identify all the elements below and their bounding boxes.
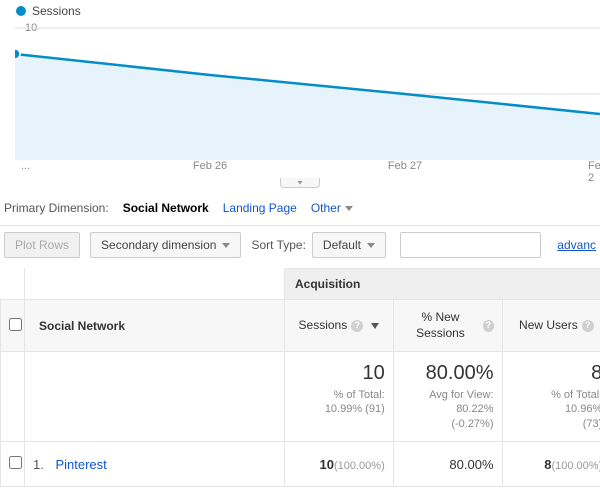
table-column-header-row: Social Network Sessions? % New Sessions?… bbox=[1, 300, 600, 352]
help-icon[interactable]: ? bbox=[582, 320, 594, 332]
legend-dot-icon bbox=[16, 6, 26, 16]
primary-dimension-active[interactable]: Social Network bbox=[123, 201, 209, 215]
summary-pct-new-sessions: 80.00% Avg for View:80.22%(-0.27%) bbox=[393, 352, 502, 442]
table-summary-row: 10 % of Total:10.99% (91) 80.00% Avg for… bbox=[1, 352, 600, 442]
x-tick-2: Feb 27 bbox=[388, 160, 422, 172]
x-axis-labels: ... Feb 26 Feb 27 Feb 2 bbox=[15, 160, 600, 178]
primary-dimension-landing-page[interactable]: Landing Page bbox=[223, 201, 297, 215]
row-dimension-link[interactable]: Pinterest bbox=[55, 457, 106, 472]
table-controls: Plot Rows Secondary dimension Sort Type:… bbox=[0, 225, 600, 268]
x-tick-3: Feb 2 bbox=[588, 160, 600, 184]
summary-new-users: 8 % of Total:10.96%(73) bbox=[502, 352, 600, 442]
summary-sessions: 10 % of Total:10.99% (91) bbox=[285, 352, 394, 442]
primary-dimension-row: Primary Dimension: Social Network Landin… bbox=[4, 201, 600, 215]
report-table: Acquisition Behavior Social Network Sess… bbox=[0, 268, 600, 487]
chart-plot bbox=[15, 22, 600, 160]
legend-label: Sessions bbox=[32, 4, 81, 18]
x-tick-0: ... bbox=[21, 160, 30, 172]
sort-desc-icon bbox=[371, 323, 379, 329]
row-sessions: 10(100.00%) bbox=[285, 442, 394, 487]
select-all-checkbox[interactable] bbox=[9, 318, 22, 331]
column-header-sessions[interactable]: Sessions? bbox=[285, 300, 394, 352]
group-header-acquisition: Acquisition bbox=[285, 269, 600, 300]
primary-dimension-label: Primary Dimension: bbox=[4, 201, 109, 215]
chevron-down-icon bbox=[345, 206, 353, 211]
search-input[interactable] bbox=[401, 233, 541, 257]
primary-dimension-other[interactable]: Other bbox=[311, 201, 353, 215]
row-dimension-cell: 1. Pinterest bbox=[25, 442, 285, 487]
help-icon[interactable]: ? bbox=[351, 320, 363, 332]
advanced-link[interactable]: advanc bbox=[557, 238, 596, 252]
table-group-header-row: Acquisition Behavior bbox=[1, 269, 600, 300]
column-header-social-network[interactable]: Social Network bbox=[25, 300, 285, 352]
chart-legend: Sessions bbox=[16, 4, 81, 18]
table-row: 1. Pinterest 10(100.00%) 80.00% 8(100.00… bbox=[1, 442, 600, 487]
row-index: 1. bbox=[33, 457, 44, 472]
select-all-cell bbox=[1, 300, 25, 352]
sort-type-dropdown[interactable]: Default bbox=[312, 232, 386, 258]
x-tick-1: Feb 26 bbox=[193, 160, 227, 172]
sessions-chart: Sessions 10 5 ... Feb 26 Feb 27 Feb 2 bbox=[0, 0, 600, 195]
row-new-users: 8(100.00%) bbox=[502, 442, 600, 487]
row-checkbox[interactable] bbox=[9, 456, 22, 469]
sort-type-label: Sort Type: bbox=[251, 238, 305, 252]
chart-svg bbox=[15, 22, 600, 160]
column-header-new-users[interactable]: New Users? bbox=[502, 300, 600, 352]
chart-expand-handle[interactable] bbox=[280, 178, 320, 188]
row-pct-new-sessions: 80.00% bbox=[393, 442, 502, 487]
search-box bbox=[400, 232, 541, 258]
plot-rows-button[interactable]: Plot Rows bbox=[4, 232, 80, 258]
help-icon[interactable]: ? bbox=[483, 320, 493, 332]
secondary-dimension-dropdown[interactable]: Secondary dimension bbox=[90, 232, 241, 258]
column-header-pct-new-sessions[interactable]: % New Sessions? bbox=[393, 300, 502, 352]
